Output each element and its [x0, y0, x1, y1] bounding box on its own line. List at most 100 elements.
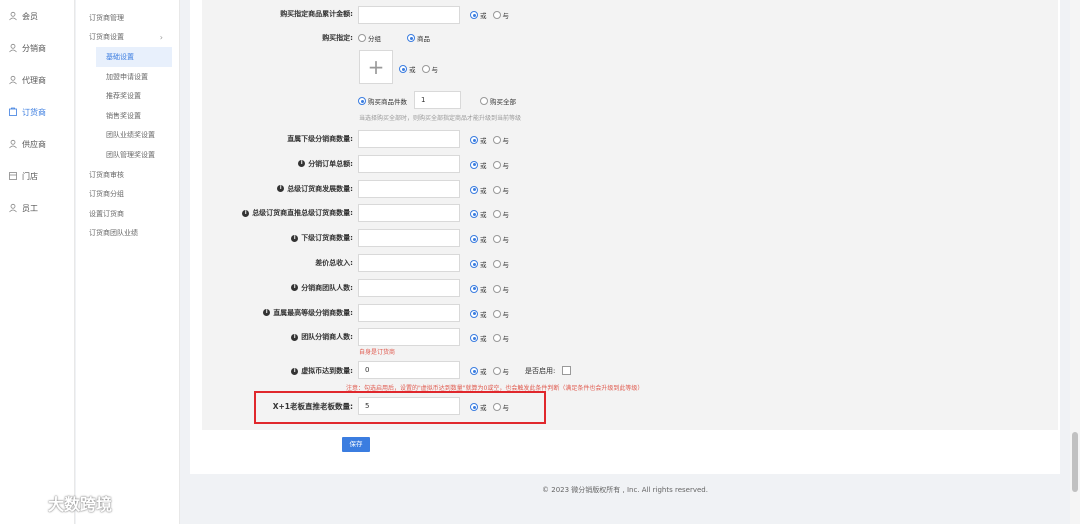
nav2-item-set-orderer[interactable]: 设置订货商	[76, 204, 179, 224]
or-option[interactable]: 或	[470, 185, 487, 195]
condition-input[interactable]	[358, 254, 460, 272]
radio-checked[interactable]	[470, 136, 478, 144]
and-option[interactable]: 与	[492, 185, 509, 195]
nav2-item-team-performance[interactable]: 订货商团队业绩	[76, 224, 179, 244]
or-option[interactable]: 或	[399, 64, 416, 74]
radio-checked[interactable]	[470, 309, 478, 318]
nav2-item-basic-settings[interactable]: 基础设置	[96, 47, 172, 67]
condition-input[interactable]	[358, 328, 460, 347]
condition-input[interactable]	[358, 204, 460, 223]
radio[interactable]	[492, 185, 501, 194]
and-option[interactable]: 与	[492, 333, 509, 343]
nav-item-staff[interactable]: 员工	[0, 192, 74, 224]
and-option[interactable]: 与	[492, 160, 509, 170]
scroll-thumb[interactable]	[1072, 432, 1078, 492]
scrollbar[interactable]	[1070, 0, 1080, 524]
radio[interactable]	[492, 235, 501, 244]
radio[interactable]	[492, 367, 501, 375]
or-option[interactable]: 或	[470, 259, 487, 269]
product-option[interactable]: 商品	[407, 33, 430, 43]
info-icon: i	[277, 185, 285, 193]
nav2-item-orderer-group[interactable]: 订货商分组	[76, 184, 179, 204]
or-option[interactable]: 或	[470, 234, 487, 244]
nav2-item-orderer-manage[interactable]: 订货商管理	[76, 8, 179, 28]
info-icon: i	[291, 234, 299, 242]
condition-label: i 直属最高等级分销商数量:	[263, 308, 353, 318]
or-option[interactable]: 或	[470, 10, 487, 20]
nav-item-agent[interactable]: 代理商	[0, 64, 74, 96]
radio-checked[interactable]	[470, 210, 478, 219]
group-option[interactable]: 分组	[358, 33, 381, 43]
nav2-item-referral-award[interactable]: 推荐奖设置	[76, 86, 179, 106]
radio-checked[interactable]	[399, 65, 407, 73]
condition-logic: 或与	[470, 185, 515, 195]
condition-input[interactable]	[358, 229, 460, 248]
and-option[interactable]: 与	[492, 10, 509, 20]
and-option[interactable]: 与	[492, 135, 509, 145]
radio[interactable]	[492, 284, 501, 293]
vcoin-input[interactable]: 0	[358, 361, 460, 379]
radio[interactable]	[492, 210, 501, 219]
radio-checked[interactable]	[358, 97, 366, 105]
condition-input[interactable]	[358, 278, 460, 297]
vcoin-label: i 虚拟币达到数量:	[291, 366, 353, 376]
radio[interactable]	[492, 11, 501, 19]
condition-label: 差价总收入:	[315, 259, 353, 267]
nav-item-member[interactable]: 会员	[0, 0, 74, 32]
or-option[interactable]: 或	[470, 160, 487, 170]
nav2-item-join-apply[interactable]: 加盟申请设置	[76, 67, 179, 87]
buy-qty-input[interactable]: 1	[414, 91, 461, 109]
radio-checked[interactable]	[470, 185, 478, 194]
radio-checked[interactable]	[470, 367, 478, 375]
radio-checked[interactable]	[470, 160, 478, 169]
radio[interactable]	[492, 136, 501, 144]
add-product-button[interactable]: +	[359, 50, 393, 84]
radio[interactable]	[358, 34, 366, 42]
save-button[interactable]: 保存	[342, 437, 370, 452]
and-option[interactable]: 与	[421, 64, 438, 74]
radio[interactable]	[492, 334, 501, 343]
and-option[interactable]: 与	[492, 284, 509, 294]
radio[interactable]	[492, 160, 501, 169]
nav2-item-orderer-review[interactable]: 订货商审核	[76, 165, 179, 185]
nav2-item-team-performance-award[interactable]: 团队业绩奖设置	[76, 126, 179, 146]
radio-checked[interactable]	[470, 11, 478, 19]
radio-checked[interactable]	[407, 34, 415, 42]
radio[interactable]	[492, 309, 501, 318]
or-option[interactable]: 或	[470, 284, 487, 294]
nav-item-distributor[interactable]: 分销商	[0, 32, 74, 64]
radio[interactable]	[480, 97, 488, 105]
or-option[interactable]: 或	[470, 333, 487, 343]
buy-amount-logic: 或 与	[470, 10, 515, 20]
buy-spec-type: 分组 商品	[358, 33, 436, 43]
nav2-item-sales-award[interactable]: 销售奖设置	[76, 106, 179, 126]
or-option[interactable]: 或	[470, 366, 487, 376]
buy-all-option[interactable]: 购买全部	[480, 96, 522, 106]
or-option[interactable]: 或	[470, 309, 487, 319]
condition-input[interactable]	[358, 130, 460, 148]
nav-item-supplier[interactable]: 供应商	[0, 128, 74, 160]
condition-input[interactable]	[358, 154, 460, 173]
radio[interactable]	[421, 65, 430, 73]
and-option[interactable]: 与	[492, 366, 509, 376]
radio-checked[interactable]	[470, 235, 478, 244]
condition-input[interactable]	[358, 179, 460, 198]
and-option[interactable]: 与	[492, 259, 509, 269]
nav2-item-team-manage-award[interactable]: 团队管理奖设置	[76, 145, 179, 165]
radio[interactable]	[492, 260, 501, 268]
or-option[interactable]: 或	[470, 135, 487, 145]
or-option[interactable]: 或	[470, 209, 487, 219]
and-option[interactable]: 与	[492, 309, 509, 319]
and-option[interactable]: 与	[492, 209, 509, 219]
radio-checked[interactable]	[470, 284, 478, 293]
buy-amount-input[interactable]	[358, 6, 460, 24]
radio-checked[interactable]	[470, 334, 478, 343]
nav2-item-orderer-settings[interactable]: 订货商设置 ›	[76, 28, 179, 48]
enable-checkbox[interactable]	[562, 366, 571, 375]
buy-qty-option[interactable]: 购买商品件数	[358, 96, 413, 106]
and-option[interactable]: 与	[492, 234, 509, 244]
radio-checked[interactable]	[470, 260, 478, 268]
condition-input[interactable]	[358, 303, 460, 322]
nav-item-store[interactable]: 门店	[0, 160, 74, 192]
nav-item-orderer[interactable]: 订货商	[0, 96, 74, 128]
